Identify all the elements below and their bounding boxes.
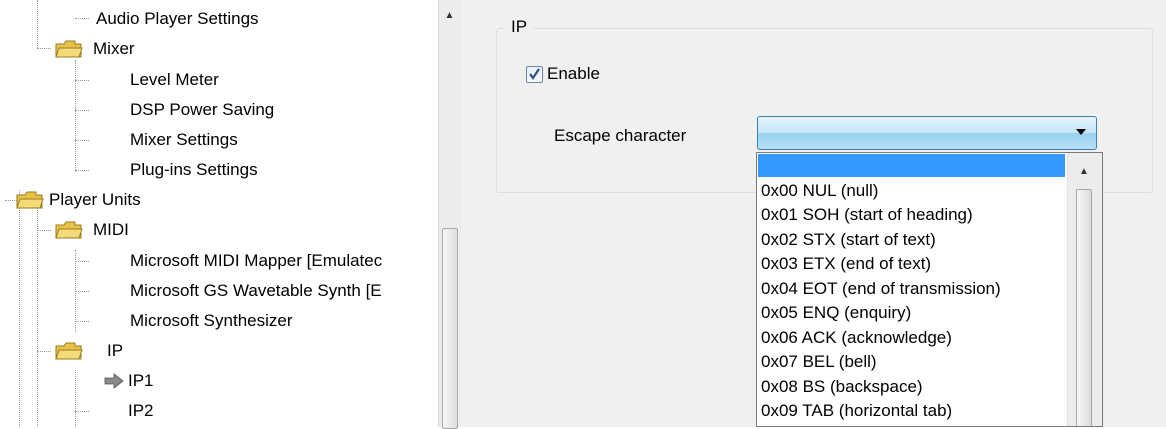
checkmark-icon bbox=[529, 67, 540, 80]
dropdown-scrollbar[interactable]: ▲ bbox=[1067, 153, 1102, 426]
tree-connector bbox=[75, 110, 89, 111]
groupbox-title: IP bbox=[505, 16, 534, 38]
dropdown-option[interactable]: 0x06 ACK (acknowledge) bbox=[761, 326, 952, 350]
dropdown-option[interactable]: 0x02 STX (start of text) bbox=[761, 228, 936, 252]
tree-item-label: IP bbox=[107, 341, 124, 360]
enable-checkbox[interactable] bbox=[526, 65, 543, 83]
dropdown-option[interactable]: 0x03 ETX (end of text) bbox=[761, 252, 931, 276]
tree-item-label: Microsoft MIDI Mapper [Emulatec bbox=[130, 251, 383, 270]
folder-icon bbox=[16, 191, 44, 209]
tree-item-label: Microsoft GS Wavetable Synth [E bbox=[130, 281, 382, 300]
dropdown-option[interactable]: 0x04 EOT (end of transmission) bbox=[761, 277, 1001, 301]
tree-item-label: DSP Power Saving bbox=[130, 100, 275, 119]
tree-scrollbar[interactable]: ▲ bbox=[438, 0, 462, 429]
tree-connector bbox=[75, 18, 89, 19]
selected-item-highlight bbox=[758, 154, 1065, 177]
scroll-up-icon[interactable]: ▲ bbox=[1075, 161, 1093, 181]
tree-view[interactable]: Audio Player Settings Mixer Level Meter … bbox=[0, 0, 438, 427]
tree-connector bbox=[37, 208, 38, 427]
enable-checkbox-row[interactable]: Enable bbox=[526, 62, 600, 86]
escape-character-label: Escape character bbox=[554, 126, 687, 145]
tree-item-label: Level Meter bbox=[130, 70, 219, 89]
folder-icon bbox=[55, 221, 83, 239]
tree-item-label: IP2 bbox=[128, 401, 154, 420]
scrollbar-thumb[interactable] bbox=[1076, 189, 1092, 426]
tree-connector bbox=[37, 230, 51, 231]
tree-connector bbox=[37, 351, 51, 352]
tree-connector bbox=[75, 261, 89, 262]
tree-item-label: Audio Player Settings bbox=[96, 9, 259, 28]
escape-character-combobox[interactable] bbox=[757, 116, 1097, 150]
tree-connector bbox=[75, 80, 89, 81]
tree-connector bbox=[75, 291, 89, 292]
tree-connector bbox=[75, 170, 89, 171]
escape-character-dropdown-list[interactable]: 0x00 NUL (null) 0x01 SOH (start of headi… bbox=[756, 152, 1103, 427]
tree-connector bbox=[37, 48, 51, 49]
tree-connector bbox=[19, 190, 20, 427]
arrow-icon bbox=[104, 373, 124, 389]
tree-item-label: IP1 bbox=[128, 371, 154, 390]
tree-connector bbox=[75, 370, 76, 427]
scrollbar-thumb[interactable] bbox=[442, 228, 458, 429]
tree-item-label: Mixer bbox=[93, 39, 135, 58]
scroll-up-icon[interactable]: ▲ bbox=[441, 4, 458, 26]
folder-icon bbox=[55, 40, 83, 58]
tree-connector bbox=[75, 321, 89, 322]
dropdown-option[interactable]: 0x00 NUL (null) bbox=[761, 179, 878, 203]
tree-connector bbox=[37, 0, 38, 48]
dropdown-option[interactable]: 0x09 TAB (horizontal tab) bbox=[761, 399, 952, 423]
enable-label: Enable bbox=[547, 64, 600, 83]
dropdown-option[interactable]: 0x07 BEL (bell) bbox=[761, 350, 877, 374]
tree-item-label: Player Units bbox=[49, 190, 141, 209]
dropdown-option[interactable]: 0x01 SOH (start of heading) bbox=[761, 203, 973, 227]
tree-item-label: Microsoft Synthesizer bbox=[130, 311, 293, 330]
folder-icon bbox=[55, 342, 83, 360]
tree-item-label: MIDI bbox=[93, 220, 129, 239]
tree-connector bbox=[75, 140, 89, 141]
dropdown-option[interactable]: 0x05 ENQ (enquiry) bbox=[761, 301, 911, 325]
tree-item-label: Plug-ins Settings bbox=[130, 160, 258, 179]
tree-connector bbox=[75, 60, 76, 172]
tree-item-label: Mixer Settings bbox=[130, 130, 238, 149]
dropdown-option[interactable]: 0x08 BS (backspace) bbox=[761, 375, 923, 399]
tree-connector bbox=[75, 411, 89, 412]
chevron-down-icon[interactable] bbox=[1076, 129, 1086, 135]
